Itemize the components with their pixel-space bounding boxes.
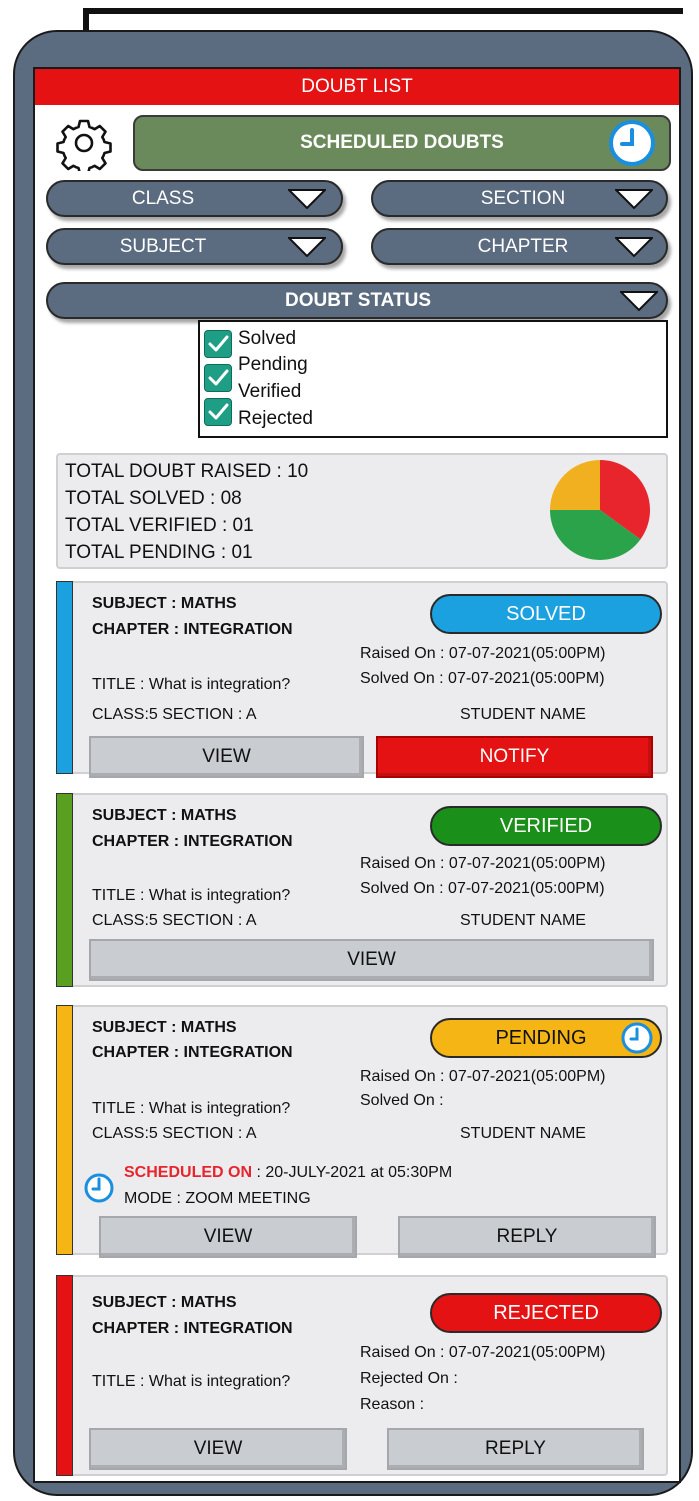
total-solved-text: TOTAL SOLVED : 08 — [65, 488, 242, 509]
status-stripe — [56, 1005, 73, 1255]
card-title: TITLE : What is integration? — [92, 1100, 291, 1117]
solved-on-text: Solved On : 07-07-2021(05:00PM) — [360, 670, 605, 687]
clock-icon[interactable] — [608, 119, 656, 167]
clock-icon — [621, 1022, 653, 1054]
scheduled-on-label: SCHEDULED ON — [124, 1164, 253, 1181]
class-dropdown-label: CLASS — [131, 188, 195, 209]
status-badge-label: PENDING — [495, 1027, 587, 1049]
subject-dropdown[interactable]: SUBJECT — [46, 228, 343, 265]
doubt-card-solved: SUBJECT : MATHS CHAPTER : INTEGRATION SO… — [56, 581, 668, 778]
card-subject: SUBJECT : MATHS — [92, 595, 237, 612]
card-chapter: CHAPTER : INTEGRATION — [92, 621, 293, 638]
chevron-down-icon — [288, 237, 326, 257]
status-badge: SOLVED — [430, 594, 662, 634]
reply-button[interactable]: REPLY — [398, 1216, 656, 1258]
card-class-section: CLASS:5 SECTION : A — [92, 1125, 257, 1142]
class-dropdown[interactable]: CLASS — [46, 180, 343, 217]
raised-on-text: Raised On : 07-07-2021(05:00PM) — [360, 1344, 606, 1361]
card-subject: SUBJECT : MATHS — [92, 1019, 237, 1036]
student-name: STUDENT NAME — [460, 706, 586, 723]
checkbox-checked-icon[interactable] — [204, 330, 232, 358]
reply-button[interactable]: REPLY — [387, 1428, 644, 1470]
solved-on-text: Solved On : 07-07-2021(05:00PM) — [360, 880, 605, 897]
raised-on-text: Raised On : 07-07-2021(05:00PM) — [360, 1068, 606, 1085]
subject-dropdown-label: SUBJECT — [119, 236, 207, 257]
scheduled-doubts-button[interactable]: SCHEDULED DOUBTS — [133, 115, 671, 171]
status-option-label: Pending — [238, 354, 308, 375]
card-class-section: CLASS:5 SECTION : A — [92, 912, 257, 929]
doubt-card-verified: SUBJECT : MATHS CHAPTER : INTEGRATION VE… — [56, 793, 668, 987]
total-pending-text: TOTAL PENDING : 01 — [65, 542, 253, 563]
doubt-card-pending: SUBJECT : MATHS CHAPTER : INTEGRATION PE… — [56, 1005, 668, 1258]
chapter-dropdown[interactable]: CHAPTER — [371, 228, 668, 265]
card-chapter: CHAPTER : INTEGRATION — [92, 1320, 293, 1337]
student-name: STUDENT NAME — [460, 1125, 586, 1142]
solved-on-text: Solved On : — [360, 1092, 444, 1109]
raised-on-text: Raised On : 07-07-2021(05:00PM) — [360, 855, 606, 872]
rejected-on-text: Rejected On : — [360, 1370, 458, 1387]
status-stripe — [56, 581, 73, 774]
status-options-list: Solved Pending Verified Rejected — [198, 320, 668, 438]
raised-on-text: Raised On : 07-07-2021(05:00PM) — [360, 645, 606, 662]
card-title: TITLE : What is integration? — [92, 887, 291, 904]
gear-icon[interactable] — [56, 115, 112, 171]
card-title: TITLE : What is integration? — [92, 1373, 291, 1390]
section-dropdown[interactable]: SECTION — [371, 180, 668, 217]
status-option-label: Solved — [238, 328, 297, 349]
notify-button[interactable]: NOTIFY — [376, 736, 653, 778]
doubt-status-dropdown[interactable]: DOUBT STATUS — [46, 282, 668, 319]
status-option-label: Verified — [238, 381, 302, 402]
chapter-dropdown-label: CHAPTER — [477, 236, 569, 257]
view-button[interactable]: VIEW — [89, 1428, 347, 1470]
total-raised-text: TOTAL DOUBT RAISED : 10 — [65, 461, 309, 482]
connector-line — [83, 8, 683, 14]
status-badge: REJECTED — [430, 1293, 662, 1333]
checkbox-checked-icon[interactable] — [204, 364, 232, 392]
chevron-down-icon — [615, 189, 653, 209]
chevron-down-icon — [288, 189, 326, 209]
status-pie-chart — [550, 460, 650, 560]
status-stripe — [56, 1275, 73, 1476]
view-button[interactable]: VIEW — [89, 736, 364, 778]
card-class-section: CLASS:5 SECTION : A — [92, 706, 257, 723]
chevron-down-icon — [615, 237, 653, 257]
scheduled-on-value: : 20-JULY-2021 at 05:30PM — [252, 1164, 453, 1181]
status-badge: VERIFIED — [430, 806, 662, 846]
chevron-down-icon — [620, 291, 658, 311]
scheduled-on-text: SCHEDULED ON : 20-JULY-2021 at 05:30PM — [124, 1164, 452, 1182]
card-chapter: CHAPTER : INTEGRATION — [92, 1044, 293, 1061]
student-name: STUDENT NAME — [460, 912, 586, 929]
status-stripe — [56, 793, 73, 987]
doubt-status-label: DOUBT STATUS — [284, 290, 431, 311]
card-chapter: CHAPTER : INTEGRATION — [92, 833, 293, 850]
page-title: DOUBT LIST — [35, 69, 679, 105]
checkbox-checked-icon[interactable] — [204, 398, 232, 426]
section-dropdown-label: SECTION — [480, 188, 566, 209]
card-title: TITLE : What is integration? — [92, 676, 291, 693]
meeting-mode-text: MODE : ZOOM MEETING — [124, 1190, 311, 1207]
clock-icon — [84, 1173, 114, 1203]
scheduled-doubts-label: SCHEDULED DOUBTS — [300, 132, 504, 153]
pie-slice-yellow — [550, 460, 600, 510]
doubt-card-rejected: SUBJECT : MATHS CHAPTER : INTEGRATION RE… — [56, 1275, 668, 1476]
status-option-label: Rejected — [238, 408, 313, 429]
card-subject: SUBJECT : MATHS — [92, 807, 237, 824]
view-button[interactable]: VIEW — [99, 1216, 357, 1258]
view-button[interactable]: VIEW — [89, 939, 654, 981]
total-verified-text: TOTAL VERIFIED : 01 — [65, 515, 254, 536]
reason-text: Reason : — [360, 1396, 425, 1413]
card-subject: SUBJECT : MATHS — [92, 1294, 237, 1311]
